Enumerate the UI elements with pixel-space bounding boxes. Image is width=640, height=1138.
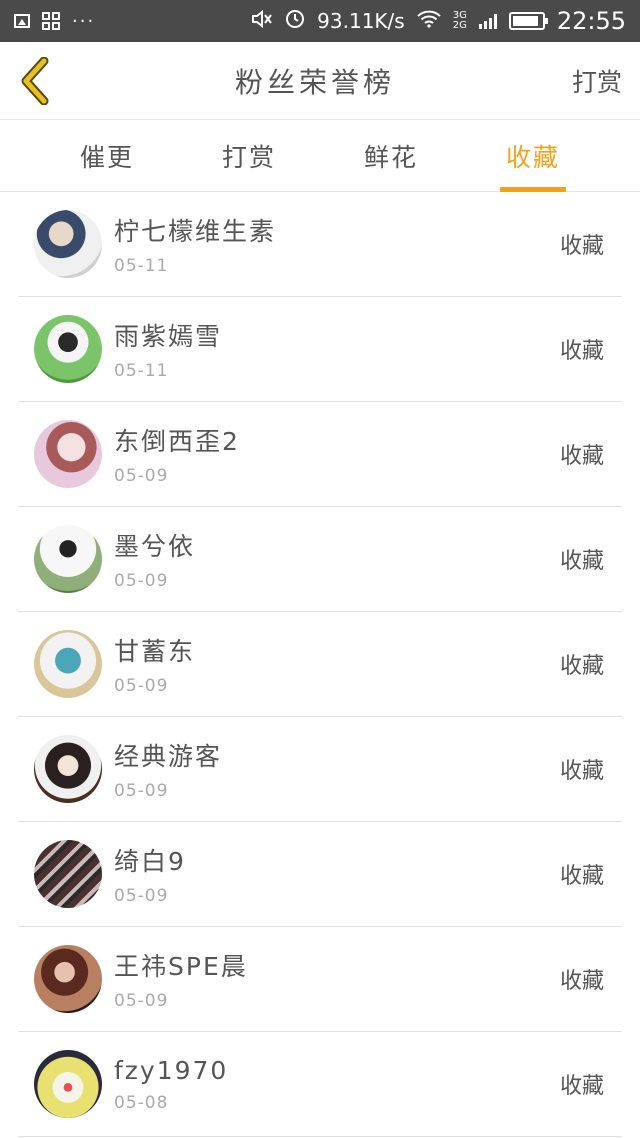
battery-icon: [508, 12, 548, 30]
favorite-label: 收藏: [559, 759, 604, 784]
tab-reward[interactable]: 打赏: [218, 130, 280, 182]
status-bar-right: 93.11K/s 3G 2G 22:55: [251, 7, 626, 35]
date: 05-09: [114, 676, 169, 696]
favorite-label: 收藏: [559, 864, 604, 889]
list-item[interactable]: 王祎SPE晨 05-09 收藏: [18, 927, 622, 1032]
list-item[interactable]: 经典游客 05-09 收藏: [18, 717, 622, 822]
chevron-left-icon: [21, 56, 49, 105]
back-button[interactable]: [18, 56, 58, 106]
date: 05-09: [114, 781, 169, 801]
avatar[interactable]: [34, 1050, 102, 1118]
date: 05-09: [114, 466, 169, 486]
network-speed: 93.11K/s: [317, 9, 405, 33]
user-name: 东倒西歪2: [114, 427, 240, 456]
favorite-label: 收藏: [559, 654, 604, 679]
mute-icon: [251, 9, 273, 34]
avatar[interactable]: [34, 945, 102, 1013]
user-name: 王祎SPE晨: [114, 952, 248, 981]
list-item[interactable]: 雨紫嫣雪 05-11 收藏: [18, 297, 622, 402]
date: 05-09: [114, 571, 169, 591]
image-notification-icon: [14, 14, 30, 28]
list-item[interactable]: 柠七檬维生素 05-11 收藏: [18, 192, 622, 297]
avatar[interactable]: [34, 420, 102, 488]
user-name: 墨兮依: [114, 532, 196, 561]
status-bar-left: ···: [14, 11, 95, 32]
reward-button[interactable]: 打赏: [572, 63, 622, 99]
date: 05-11: [114, 361, 169, 381]
favorite-label: 收藏: [559, 339, 604, 364]
list-item[interactable]: 绮白9 05-09 收藏: [18, 822, 622, 927]
network-type-bottom: 2G: [452, 20, 467, 31]
avatar[interactable]: [34, 210, 102, 278]
tab-urge[interactable]: 催更: [76, 130, 138, 182]
status-bar: ··· 93.11K/s 3G 2G 22:55: [0, 0, 640, 42]
favorite-label: 收藏: [559, 234, 604, 259]
network-type-icon: 3G 2G: [453, 11, 467, 31]
more-notifications-icon: ···: [72, 10, 96, 32]
clock: 22:55: [556, 7, 626, 35]
signal-icon: [478, 13, 497, 29]
user-name: 雨紫嫣雪: [114, 322, 223, 351]
list-item[interactable]: 东倒西歪2 05-09 收藏: [18, 402, 622, 507]
avatar[interactable]: [34, 630, 102, 698]
wifi-icon: [417, 9, 441, 33]
tab-bar: 催更 打赏 鲜花 收藏: [0, 120, 640, 192]
favorite-label: 收藏: [559, 1074, 604, 1099]
avatar[interactable]: [34, 840, 102, 908]
page-title: 粉丝荣誉榜: [234, 65, 395, 99]
fan-list: 柠七檬维生素 05-11 收藏 雨紫嫣雪 05-11 收藏 东倒西歪2 05-09 收…: [0, 192, 640, 1137]
date: 05-09: [114, 991, 169, 1011]
favorite-label: 收藏: [559, 549, 604, 574]
date: 05-09: [114, 886, 169, 906]
user-name: 柠七檬维生素: [114, 217, 277, 246]
header: 粉丝荣誉榜 打赏: [0, 42, 640, 120]
user-name: 甘蓄东: [114, 637, 196, 666]
avatar[interactable]: [34, 525, 102, 593]
date: 05-08: [114, 1092, 169, 1113]
avatar[interactable]: [34, 315, 102, 383]
list-item[interactable]: 甘蓄东 05-09 收藏: [18, 612, 622, 717]
user-name: fzy1970: [114, 1055, 229, 1085]
list-item[interactable]: fzy1970 05-08 收藏: [18, 1032, 622, 1137]
app-notification-icon: [42, 12, 60, 30]
avatar[interactable]: [34, 735, 102, 803]
tab-flowers[interactable]: 鲜花: [360, 130, 422, 182]
alarm-icon: [285, 9, 305, 34]
user-name: 绮白9: [114, 847, 186, 876]
user-name: 经典游客: [114, 742, 223, 771]
favorite-label: 收藏: [559, 969, 604, 994]
tab-favorites[interactable]: 收藏: [499, 130, 567, 192]
list-item[interactable]: 墨兮依 05-09 收藏: [18, 507, 622, 612]
date: 05-11: [114, 256, 169, 276]
favorite-label: 收藏: [559, 444, 604, 469]
